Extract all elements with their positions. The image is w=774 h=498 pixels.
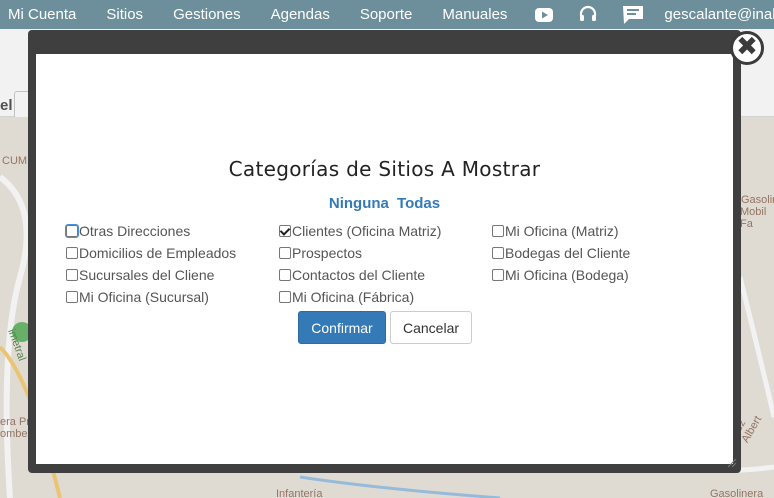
category-label: Mi Oficina (Matriz): [505, 223, 619, 239]
close-modal-button[interactable]: ✖: [730, 31, 764, 65]
category-checkbox[interactable]: [66, 291, 78, 303]
category-label: Mi Oficina (Bodega): [505, 267, 629, 283]
category-checkbox[interactable]: [279, 247, 291, 259]
resize-handle-icon[interactable]: [727, 458, 737, 468]
category-checkbox[interactable]: [66, 247, 78, 259]
category-label: Bodegas del Cliente: [505, 245, 631, 261]
category-label: Otras Direcciones: [79, 223, 191, 239]
category-label: Contactos del Cliente: [292, 267, 426, 283]
select-none-link[interactable]: Ninguna: [329, 195, 389, 212]
category-option[interactable]: Mi Oficina (Sucursal): [66, 289, 209, 305]
category-option[interactable]: Mi Oficina (Bodega): [492, 267, 629, 283]
nav-mi-cuenta[interactable]: Mi Cuenta: [0, 0, 91, 29]
category-checkbox[interactable]: [492, 269, 504, 281]
youtube-icon[interactable]: [534, 4, 554, 26]
category-label: Clientes (Oficina Matriz): [292, 223, 442, 239]
category-option[interactable]: Otras Direcciones: [65, 223, 191, 239]
category-option[interactable]: Mi Oficina (Matriz): [492, 223, 619, 239]
category-label: Mi Oficina (Sucursal): [79, 289, 209, 305]
cancel-button[interactable]: Cancelar: [390, 311, 472, 344]
category-checkbox[interactable]: [279, 291, 291, 303]
category-option[interactable]: Contactos del Cliente: [279, 267, 425, 283]
category-label: Mi Oficina (Fábrica): [292, 289, 415, 305]
category-checkbox[interactable]: [492, 247, 504, 259]
nav-soporte[interactable]: Soporte: [345, 0, 428, 29]
user-email[interactable]: gescalante@inalar: [656, 6, 774, 23]
category-option[interactable]: Bodegas del Cliente: [492, 245, 630, 261]
select-all-link[interactable]: Todas: [397, 195, 440, 212]
category-option[interactable]: Clientes (Oficina Matriz): [279, 223, 441, 239]
category-option[interactable]: Sucursales del Cliene: [66, 267, 214, 283]
modal-title: Categorías de Sitios A Mostrar: [228, 157, 541, 181]
category-checkbox[interactable]: [65, 224, 79, 238]
category-option[interactable]: Mi Oficina (Fábrica): [279, 289, 414, 305]
chat-icon[interactable]: [622, 4, 644, 26]
nav-gestiones[interactable]: Gestiones: [158, 0, 256, 29]
category-checkbox[interactable]: [279, 269, 291, 281]
top-navbar: Mi Cuenta Sitios Gestiones Agendas Sopor…: [0, 0, 774, 29]
nav-agendas[interactable]: Agendas: [256, 0, 345, 29]
select-links: Ninguna Todas: [36, 195, 733, 212]
nav-manuales[interactable]: Manuales: [427, 0, 522, 29]
category-option[interactable]: Prospectos: [279, 245, 362, 261]
category-checkbox[interactable]: [492, 225, 504, 237]
nav-sitios[interactable]: Sitios: [91, 0, 158, 29]
close-icon: ✖: [736, 32, 758, 62]
category-label: Domicilios de Empleados: [79, 245, 237, 261]
category-label: Prospectos: [292, 245, 363, 261]
category-option[interactable]: Domicilios de Empleados: [66, 245, 236, 261]
category-label: Sucursales del Cliene: [79, 267, 215, 283]
headset-icon[interactable]: [578, 4, 598, 26]
category-checkbox[interactable]: [66, 269, 78, 281]
categories-modal: Categorías de Sitios A Mostrar Ninguna T…: [36, 54, 733, 464]
category-checkbox[interactable]: [279, 225, 291, 237]
confirm-button[interactable]: Confirmar: [298, 311, 386, 344]
